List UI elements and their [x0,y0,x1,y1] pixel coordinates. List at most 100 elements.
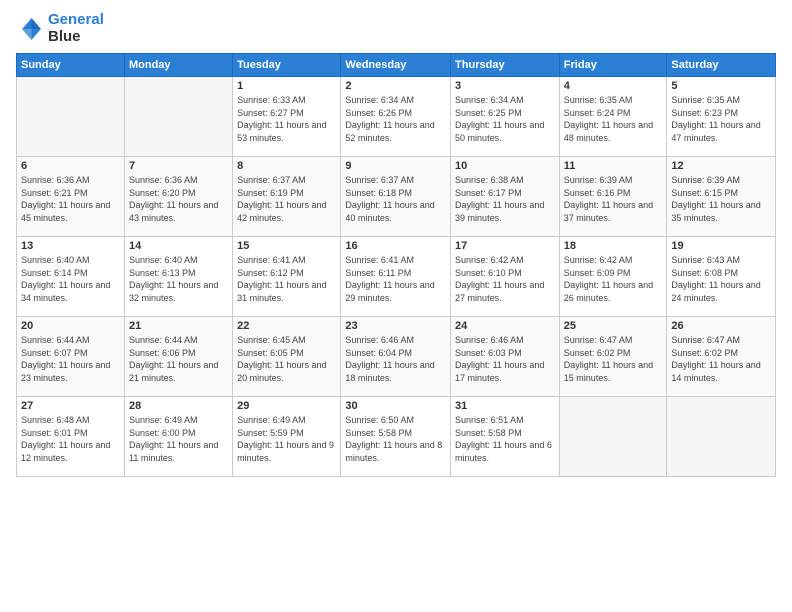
calendar-cell: 31Sunrise: 6:51 AM Sunset: 5:58 PM Dayli… [451,397,560,477]
col-header-sunday: Sunday [17,54,125,77]
day-detail: Sunrise: 6:44 AM Sunset: 6:06 PM Dayligh… [129,334,228,384]
calendar-cell: 17 Sunrise: 6:42 AM Sunset: 6:10 PM Dayli… [451,237,560,317]
calendar-cell: 13 Sunrise: 6:40 AM Sunset: 6:14 PM Dayli… [17,237,125,317]
calendar-cell: 2 Sunrise: 6:34 AM Sunset: 6:26 PM Daylig… [341,77,451,157]
calendar-cell: 26Sunrise: 6:47 AM Sunset: 6:02 PM Dayli… [667,317,776,397]
day-detail: Sunrise: 6:42 AM Sunset: 6:10 PM Dayligh… [455,254,555,304]
calendar-week-row: 13 Sunrise: 6:40 AM Sunset: 6:14 PM Dayli… [17,237,776,317]
col-header-wednesday: Wednesday [341,54,451,77]
day-number: 14 [129,240,228,252]
day-detail: Sunrise: 6:49 AM Sunset: 5:59 PM Dayligh… [237,414,336,464]
day-number: 30 [345,400,446,412]
day-number: 1 [237,80,336,92]
calendar-cell [17,77,125,157]
day-detail: Sunrise: 6:41 AM Sunset: 6:12 PM Dayligh… [237,254,336,304]
day-number: 2 [345,80,446,92]
calendar-cell: 22Sunrise: 6:45 AM Sunset: 6:05 PM Dayli… [233,317,341,397]
col-header-tuesday: Tuesday [233,54,341,77]
day-detail: Sunrise: 6:46 AM Sunset: 6:03 PM Dayligh… [455,334,555,384]
day-number: 19 [671,240,771,252]
calendar-cell: 25 Sunrise: 6:47 AM Sunset: 6:02 PM Dayli… [559,317,667,397]
calendar-cell: 29Sunrise: 6:49 AM Sunset: 5:59 PM Dayli… [233,397,341,477]
calendar-cell: 1 Sunrise: 6:33 AM Sunset: 6:27 PM Daylig… [233,77,341,157]
day-number: 18 [564,240,663,252]
day-number: 28 [129,400,228,412]
calendar-week-row: 20 Sunrise: 6:44 AM Sunset: 6:07 PM Dayli… [17,317,776,397]
calendar-cell: 12 Sunrise: 6:39 AM Sunset: 6:15 PM Dayli… [667,157,776,237]
calendar-cell [559,397,667,477]
calendar-cell: 15 Sunrise: 6:41 AM Sunset: 6:12 PM Dayli… [233,237,341,317]
day-number: 3 [455,80,555,92]
day-detail: Sunrise: 6:34 AM Sunset: 6:26 PM Dayligh… [345,94,446,144]
day-detail: Sunrise: 6:40 AM Sunset: 6:13 PM Dayligh… [129,254,228,304]
calendar-cell: 27 Sunrise: 6:48 AM Sunset: 6:01 PM Dayli… [17,397,125,477]
day-number: 8 [237,160,336,172]
calendar-cell [667,397,776,477]
day-number: 7 [129,160,228,172]
day-detail: Sunrise: 6:36 AM Sunset: 6:20 PM Dayligh… [129,174,228,224]
calendar-cell: 19Sunrise: 6:43 AM Sunset: 6:08 PM Dayli… [667,237,776,317]
col-header-saturday: Saturday [667,54,776,77]
logo-icon [16,15,44,43]
day-detail: Sunrise: 6:49 AM Sunset: 6:00 PM Dayligh… [129,414,228,464]
day-detail: Sunrise: 6:42 AM Sunset: 6:09 PM Dayligh… [564,254,663,304]
day-number: 20 [21,320,120,332]
calendar-cell: 16 Sunrise: 6:41 AM Sunset: 6:11 PM Dayli… [341,237,451,317]
day-detail: Sunrise: 6:46 AM Sunset: 6:04 PM Dayligh… [345,334,446,384]
day-number: 24 [455,320,555,332]
day-detail: Sunrise: 6:50 AM Sunset: 5:58 PM Dayligh… [345,414,446,464]
calendar-cell: 5 Sunrise: 6:35 AM Sunset: 6:23 PM Daylig… [667,77,776,157]
day-number: 17 [455,240,555,252]
calendar-cell: 14 Sunrise: 6:40 AM Sunset: 6:13 PM Dayli… [124,237,232,317]
calendar-header-row: SundayMondayTuesdayWednesdayThursdayFrid… [17,54,776,77]
logo: General Blue [16,12,104,45]
day-detail: Sunrise: 6:35 AM Sunset: 6:23 PM Dayligh… [671,94,771,144]
calendar-week-row: 27 Sunrise: 6:48 AM Sunset: 6:01 PM Dayli… [17,397,776,477]
col-header-friday: Friday [559,54,667,77]
day-detail: Sunrise: 6:39 AM Sunset: 6:15 PM Dayligh… [671,174,771,224]
day-number: 5 [671,80,771,92]
calendar-cell: 11Sunrise: 6:39 AM Sunset: 6:16 PM Dayli… [559,157,667,237]
day-detail: Sunrise: 6:39 AM Sunset: 6:16 PM Dayligh… [564,174,663,224]
day-number: 12 [671,160,771,172]
header: General Blue [16,12,776,45]
day-detail: Sunrise: 6:44 AM Sunset: 6:07 PM Dayligh… [21,334,120,384]
day-detail: Sunrise: 6:35 AM Sunset: 6:24 PM Dayligh… [564,94,663,144]
day-detail: Sunrise: 6:40 AM Sunset: 6:14 PM Dayligh… [21,254,120,304]
day-number: 27 [21,400,120,412]
calendar-cell: 20 Sunrise: 6:44 AM Sunset: 6:07 PM Dayli… [17,317,125,397]
day-number: 4 [564,80,663,92]
calendar-cell: 10Sunrise: 6:38 AM Sunset: 6:17 PM Dayli… [451,157,560,237]
day-number: 6 [21,160,120,172]
day-detail: Sunrise: 6:48 AM Sunset: 6:01 PM Dayligh… [21,414,120,464]
calendar-cell: 9 Sunrise: 6:37 AM Sunset: 6:18 PM Daylig… [341,157,451,237]
day-detail: Sunrise: 6:37 AM Sunset: 6:18 PM Dayligh… [345,174,446,224]
calendar-table: SundayMondayTuesdayWednesdayThursdayFrid… [16,53,776,477]
day-number: 21 [129,320,228,332]
day-detail: Sunrise: 6:41 AM Sunset: 6:11 PM Dayligh… [345,254,446,304]
day-detail: Sunrise: 6:33 AM Sunset: 6:27 PM Dayligh… [237,94,336,144]
calendar-cell [124,77,232,157]
day-detail: Sunrise: 6:37 AM Sunset: 6:19 PM Dayligh… [237,174,336,224]
day-detail: Sunrise: 6:47 AM Sunset: 6:02 PM Dayligh… [564,334,663,384]
day-detail: Sunrise: 6:51 AM Sunset: 5:58 PM Dayligh… [455,414,555,464]
day-detail: Sunrise: 6:36 AM Sunset: 6:21 PM Dayligh… [21,174,120,224]
calendar-week-row: 6 Sunrise: 6:36 AM Sunset: 6:21 PM Daylig… [17,157,776,237]
day-number: 22 [237,320,336,332]
calendar-cell: 6 Sunrise: 6:36 AM Sunset: 6:21 PM Daylig… [17,157,125,237]
calendar-cell: 28 Sunrise: 6:49 AM Sunset: 6:00 PM Dayli… [124,397,232,477]
col-header-monday: Monday [124,54,232,77]
logo-text: General Blue [48,12,104,45]
day-number: 15 [237,240,336,252]
calendar-cell: 3 Sunrise: 6:34 AM Sunset: 6:25 PM Daylig… [451,77,560,157]
day-detail: Sunrise: 6:47 AM Sunset: 6:02 PM Dayligh… [671,334,771,384]
day-number: 16 [345,240,446,252]
calendar-cell: 30 Sunrise: 6:50 AM Sunset: 5:58 PM Dayli… [341,397,451,477]
day-number: 13 [21,240,120,252]
day-detail: Sunrise: 6:38 AM Sunset: 6:17 PM Dayligh… [455,174,555,224]
day-number: 25 [564,320,663,332]
day-detail: Sunrise: 6:34 AM Sunset: 6:25 PM Dayligh… [455,94,555,144]
day-number: 9 [345,160,446,172]
day-number: 23 [345,320,446,332]
calendar-cell: 18 Sunrise: 6:42 AM Sunset: 6:09 PM Dayli… [559,237,667,317]
